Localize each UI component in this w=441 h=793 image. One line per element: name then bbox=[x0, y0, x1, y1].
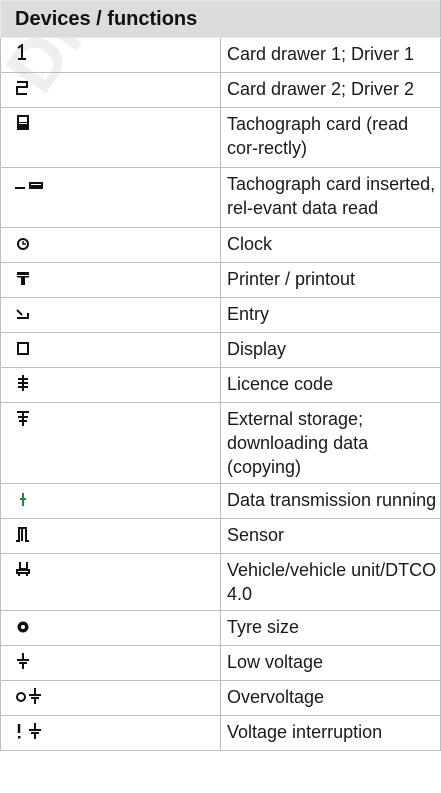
table-row: External storage; downloading data (copy… bbox=[0, 402, 441, 484]
card-drawer-1-icon bbox=[17, 44, 26, 60]
row-description: Display bbox=[220, 332, 441, 368]
tyre-size-icon bbox=[17, 621, 29, 633]
row-description: Entry bbox=[220, 297, 441, 333]
devices-functions-table: Devices / functions Card drawer 1; Drive… bbox=[0, 0, 441, 751]
row-description: Voltage interruption bbox=[220, 715, 441, 751]
data-transmission-icon bbox=[20, 493, 26, 506]
row-description: Tachograph card inserted, rel-evant data… bbox=[220, 167, 441, 228]
row-description: Clock bbox=[220, 227, 441, 263]
row-description: Card drawer 1; Driver 1 bbox=[220, 37, 441, 73]
table-row: Licence code bbox=[0, 367, 441, 403]
entry-icon bbox=[16, 309, 29, 319]
table-row: Overvoltage bbox=[0, 680, 441, 716]
row-description: Licence code bbox=[220, 367, 441, 403]
table-row: Tachograph card (read cor-rectly) bbox=[0, 107, 441, 168]
table-row: Display bbox=[0, 332, 441, 368]
row-description: Sensor bbox=[220, 518, 441, 554]
table-row: Entry bbox=[0, 297, 441, 333]
table-title: Devices / functions bbox=[0, 0, 441, 38]
low-voltage-icon bbox=[17, 653, 29, 669]
row-description: Card drawer 2; Driver 2 bbox=[220, 72, 441, 108]
card-drawer-2-icon bbox=[16, 81, 28, 95]
table-row: Data transmission running bbox=[0, 483, 441, 519]
table-row: Clock bbox=[0, 227, 441, 263]
table-row: Sensor bbox=[0, 518, 441, 554]
clock-icon bbox=[17, 238, 29, 250]
tachograph-card-read-icon bbox=[17, 115, 29, 130]
external-storage-icon bbox=[17, 411, 29, 426]
row-description: Tyre size bbox=[220, 610, 441, 646]
table-row: Card drawer 2; Driver 2 bbox=[0, 72, 441, 108]
row-description: Overvoltage bbox=[220, 680, 441, 716]
table-row: Printer / printout bbox=[0, 262, 441, 298]
table-row: Vehicle/vehicle unit/DTCO 4.0 bbox=[0, 553, 441, 611]
table-header-row: Devices / functions bbox=[0, 0, 441, 38]
overvoltage-icon bbox=[16, 688, 41, 704]
sensor-icon bbox=[16, 527, 29, 542]
display-icon bbox=[17, 342, 29, 355]
row-description: Tachograph card (read cor-rectly) bbox=[220, 107, 441, 168]
row-description: Low voltage bbox=[220, 645, 441, 681]
printer-icon bbox=[17, 272, 29, 285]
row-description: Printer / printout bbox=[220, 262, 441, 298]
row-description: External storage; downloading data (copy… bbox=[220, 402, 441, 484]
table-row: Tyre size bbox=[0, 610, 441, 646]
voltage-interruption-icon bbox=[17, 723, 41, 739]
table-row: Voltage interruption bbox=[0, 715, 441, 751]
vehicle-unit-icon bbox=[16, 562, 30, 576]
table-row: Card drawer 1; Driver 1 bbox=[0, 37, 441, 73]
table-row: Low voltage bbox=[0, 645, 441, 681]
table-row: Tachograph card inserted, rel-evant data… bbox=[0, 167, 441, 228]
row-description: Vehicle/vehicle unit/DTCO 4.0 bbox=[220, 553, 441, 611]
licence-code-icon bbox=[18, 375, 28, 391]
row-description: Data transmission running bbox=[220, 483, 441, 519]
tachograph-card-inserted-icon bbox=[15, 182, 43, 189]
